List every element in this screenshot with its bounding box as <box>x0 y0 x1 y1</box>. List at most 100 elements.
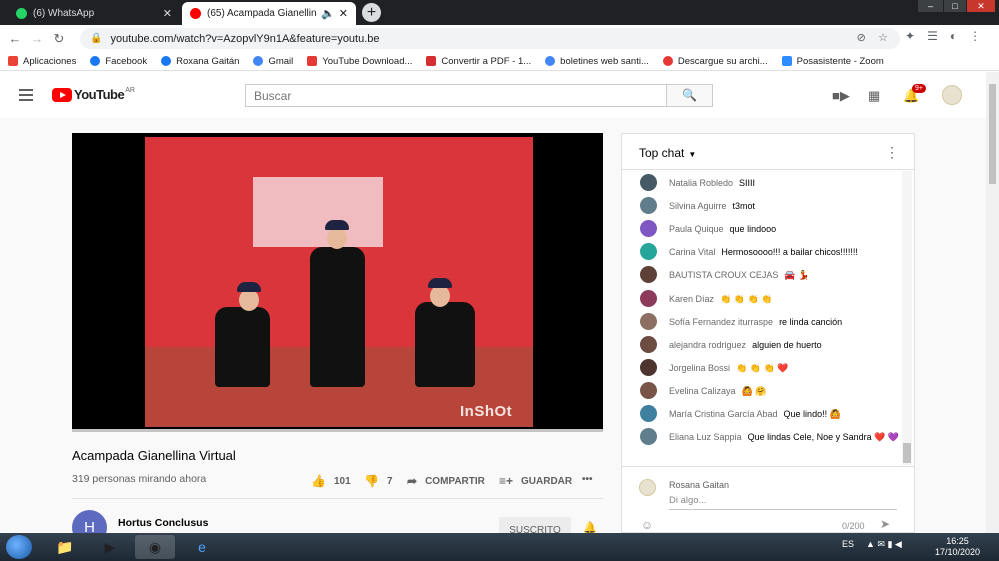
back-arrow-icon[interactable]: ← <box>4 31 26 46</box>
page-scrollbar-thumb[interactable] <box>989 84 996 184</box>
close-window-button[interactable]: ✕ <box>967 0 995 12</box>
page-scrollbar[interactable] <box>986 72 999 533</box>
chat-author-avatar[interactable] <box>640 428 657 445</box>
language-indicator[interactable]: ES <box>842 539 854 549</box>
omnibox-icons[interactable]: ⊘ ☆ <box>857 31 888 44</box>
chat-message-text: Silvina Aguirre t3mot <box>669 200 755 213</box>
chat-author-name[interactable]: Karen Díaz <box>669 294 714 304</box>
bookmark-star-icon[interactable]: ☆ <box>878 32 888 44</box>
taskbar-chrome[interactable]: ◉ <box>135 535 175 559</box>
chat-author-name[interactable]: Sofía Fernandez iturraspe <box>669 317 773 327</box>
chat-author-avatar[interactable] <box>640 220 657 237</box>
new-tab-button[interactable]: + <box>362 3 381 22</box>
divider <box>72 498 603 499</box>
tab-youtube[interactable]: (65) Acampada Gianellina Virtual 🔈 ✕ <box>182 2 356 25</box>
search-input[interactable]: Buscar <box>245 84 667 107</box>
save-label: GUARDAR <box>521 475 573 487</box>
bookmark-gmail[interactable]: Gmail <box>253 56 293 67</box>
chat-mode-dropdown[interactable]: Top chat ▼ <box>639 146 696 160</box>
char-count: 0/200 <box>842 521 865 531</box>
tab-whatsapp[interactable]: (6) WhatsApp ✕ <box>8 2 180 25</box>
dancer-right <box>415 302 475 387</box>
share-button[interactable]: ➦ COMPARTIR <box>407 474 485 488</box>
chat-menu-icon[interactable]: ⋮ <box>885 144 899 161</box>
chat-message: María Cristina García Abad Que lindo!! 🙆 <box>640 405 902 422</box>
create-video-icon[interactable]: ■▶ <box>832 88 850 104</box>
chat-message: Natalia Robledo SIIII <box>640 174 902 191</box>
close-tab-icon[interactable]: ✕ <box>163 7 172 20</box>
camera-off-icon[interactable]: ⊘ <box>857 32 866 44</box>
logo-text: YouTube <box>74 87 125 102</box>
dancer-left-head <box>239 289 259 311</box>
chat-author-avatar[interactable] <box>640 313 657 330</box>
speaker-icon[interactable]: 🔈 <box>321 7 335 20</box>
media-queue-icon[interactable]: ☰ <box>927 29 938 43</box>
chat-message-body: 👏 👏 👏 👏 <box>720 294 773 304</box>
bookmark-pdf[interactable]: Convertir a PDF - 1... <box>426 56 531 67</box>
apps-grid-icon[interactable]: ▦ <box>868 88 880 104</box>
chat-author-name[interactable]: Eliana Luz Sappia <box>669 432 742 442</box>
chat-author-name[interactable]: Evelina Calizaya <box>669 386 736 396</box>
system-clock[interactable]: 16:25 17/10/2020 <box>935 536 980 558</box>
emoji-icon[interactable]: ☺ <box>641 518 653 532</box>
start-button[interactable] <box>6 535 32 559</box>
chat-author-avatar[interactable] <box>640 290 657 307</box>
chat-author-avatar[interactable] <box>640 405 657 422</box>
chat-author-name[interactable]: Paula Quique <box>669 224 724 234</box>
bookmark-descargue[interactable]: Descargue su archi... <box>662 56 768 67</box>
forward-arrow-icon[interactable]: → <box>26 31 48 46</box>
bookmarks-bar: Aplicaciones Facebook Roxana Gaitán Gmai… <box>0 52 999 71</box>
bookmark-roxana[interactable]: Roxana Gaitán <box>161 56 239 67</box>
bookmark-boletines[interactable]: boletines web santi... <box>545 56 649 67</box>
chat-input[interactable]: Di algo... <box>669 495 897 510</box>
chat-author-name[interactable]: Carina Vital <box>669 247 715 257</box>
puzzle-extensions-icon[interactable]: ✦ <box>905 29 915 43</box>
chat-author-name[interactable]: BAUTISTA CROUX CEJAS <box>669 270 778 280</box>
user-avatar[interactable] <box>942 85 962 105</box>
bookmark-apps[interactable]: Aplicaciones <box>8 56 76 67</box>
reload-icon[interactable]: ↻ <box>48 31 70 47</box>
dislike-button[interactable]: 👎 7 <box>364 474 393 488</box>
chat-author-avatar[interactable] <box>640 266 657 283</box>
address-bar[interactable]: 🔒 youtube.com/watch?v=AzopvlY9n1A&featur… <box>80 28 900 49</box>
minimize-button[interactable]: – <box>918 0 943 12</box>
chat-message: Carina Vital Hermosoooo!!! a bailar chico… <box>640 243 902 260</box>
chat-author-avatar[interactable] <box>640 359 657 376</box>
chat-author-avatar[interactable] <box>640 197 657 214</box>
chat-author-name[interactable]: Natalia Robledo <box>669 178 733 188</box>
chat-author-name[interactable]: María Cristina García Abad <box>669 409 778 419</box>
search-button[interactable]: 🔍 <box>666 84 713 107</box>
like-button[interactable]: 👍 101 <box>311 474 351 488</box>
chat-scrollbar-thumb[interactable] <box>903 443 911 463</box>
taskbar-media-player[interactable]: ▶ <box>90 535 130 559</box>
channel-name[interactable]: Hortus Conclusus <box>118 517 208 529</box>
chat-message: Evelina Calizaya 🙆 🤗 <box>640 382 902 399</box>
chat-author-avatar[interactable] <box>640 336 657 353</box>
dancer-center-cap <box>325 220 349 230</box>
youtube-logo[interactable]: YouTube AR <box>52 87 135 102</box>
chat-author-avatar[interactable] <box>640 243 657 260</box>
profile-icon[interactable]: ◐ <box>950 29 957 43</box>
maximize-button[interactable]: □ <box>944 0 966 12</box>
close-tab-icon[interactable]: ✕ <box>339 7 348 20</box>
chat-author-avatar[interactable] <box>640 382 657 399</box>
bookmark-facebook[interactable]: Facebook <box>90 56 147 67</box>
chat-author-name[interactable]: Jorgelina Bossi <box>669 363 730 373</box>
bookmark-youtube-download[interactable]: YouTube Download... <box>307 56 412 67</box>
chat-author-name[interactable]: alejandra rodriguez <box>669 340 746 350</box>
save-button[interactable]: ≡+ GUARDAR <box>499 474 572 488</box>
chat-author-name[interactable]: Silvina Aguirre <box>669 201 727 211</box>
more-actions-button[interactable]: ••• <box>582 474 593 485</box>
chat-author-avatar[interactable] <box>640 174 657 191</box>
bookmark-zoom[interactable]: Posasistente - Zoom <box>781 56 884 67</box>
video-progress-bar[interactable] <box>72 429 603 432</box>
video-player[interactable]: InShOt <box>72 133 603 431</box>
menu-icon[interactable] <box>19 89 33 101</box>
send-icon[interactable]: ➤ <box>880 517 890 531</box>
whatsapp-icon <box>16 8 27 19</box>
tray-icons[interactable]: ▲ ✉ ▮ ◀ <box>866 539 902 550</box>
browser-menu-icon[interactable]: ⋮ <box>969 29 981 43</box>
taskbar-ie[interactable]: e <box>182 535 222 559</box>
taskbar-explorer[interactable]: 📁 <box>45 535 85 559</box>
chat-scrollbar[interactable] <box>902 171 912 465</box>
